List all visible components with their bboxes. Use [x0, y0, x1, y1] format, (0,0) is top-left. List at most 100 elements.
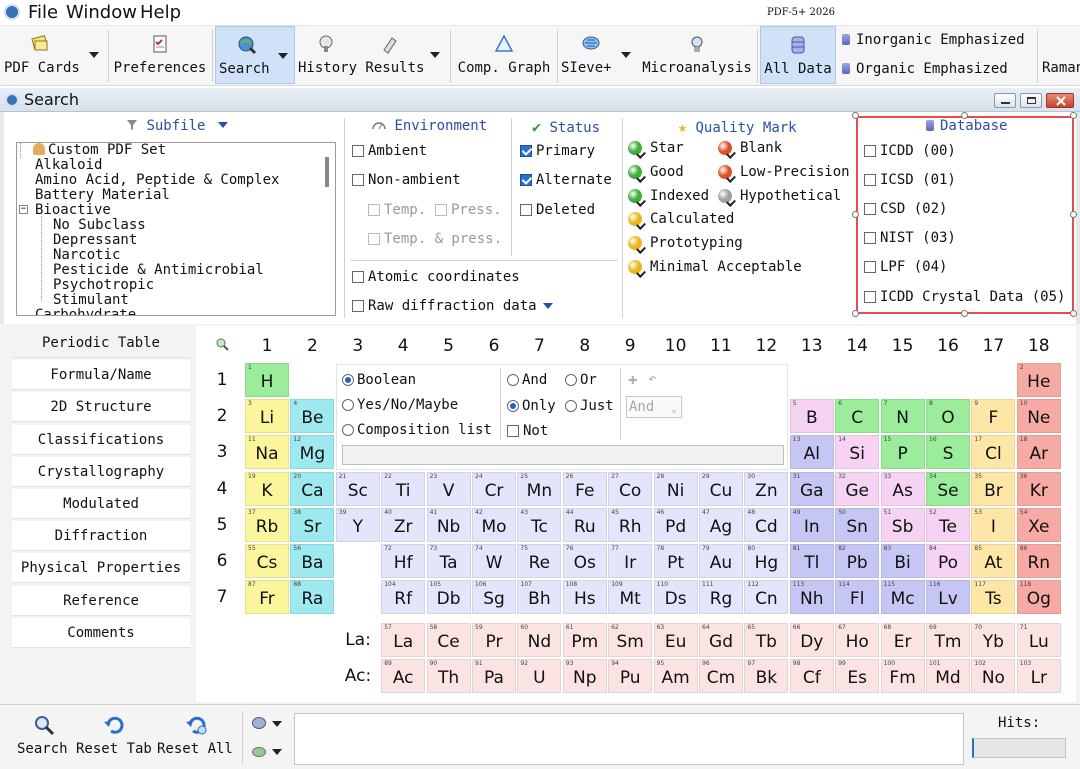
element-ho[interactable]: 67 Ho: [835, 623, 880, 657]
element-zn[interactable]: 30 Zn: [744, 472, 789, 506]
element-tc[interactable]: 43 Tc: [517, 508, 562, 542]
element-as[interactable]: 33 As: [880, 472, 925, 506]
element-ds[interactable]: 110 Ds: [653, 580, 698, 614]
tab-modulated[interactable]: Modulated: [12, 489, 190, 519]
csd-checkbox[interactable]: CSD (02): [864, 201, 947, 217]
element-cn[interactable]: 112 Cn: [744, 580, 789, 614]
collapse-icon[interactable]: −: [19, 205, 28, 214]
element-c[interactable]: 6C: [835, 399, 880, 433]
menu-help[interactable]: Help: [140, 2, 181, 23]
tree-item-narcotic[interactable]: Narcotic: [53, 248, 120, 263]
element-ca[interactable]: 20 Ca: [290, 472, 335, 506]
element-hs[interactable]: 108 Hs: [562, 580, 607, 614]
boolean-radio[interactable]: Boolean: [342, 372, 416, 388]
element-hg[interactable]: 80 Hg: [744, 544, 789, 578]
element-yb[interactable]: 70 Yb: [971, 623, 1016, 657]
element-rf[interactable]: 104 Rf: [381, 580, 426, 614]
minimize-button[interactable]: [994, 93, 1016, 108]
checkbox-box[interactable]: [864, 291, 876, 303]
element-rb[interactable]: 37 Rb: [245, 508, 289, 542]
element-mt[interactable]: 109 Mt: [608, 580, 653, 614]
element-at[interactable]: 85 At: [971, 544, 1016, 578]
checkbox-box[interactable]: [435, 204, 447, 216]
element-eu[interactable]: 63 Eu: [653, 623, 698, 657]
menu-window[interactable]: Window: [66, 2, 137, 23]
element-ni[interactable]: 28 Ni: [653, 472, 698, 506]
element-np[interactable]: 93 Np: [562, 659, 607, 693]
quality-mark-low-precision[interactable]: Low-Precision: [718, 164, 850, 180]
element-cu[interactable]: 29 Cu: [699, 472, 743, 506]
temp-checkbox[interactable]: Temp.: [368, 202, 426, 218]
element-i[interactable]: 53 I: [971, 508, 1016, 542]
element-v[interactable]: 23 V: [426, 472, 471, 506]
element-cf[interactable]: 98 Cf: [789, 659, 834, 693]
tab-reference[interactable]: Reference: [12, 585, 190, 616]
element-sc[interactable]: 21 Sc: [335, 472, 380, 506]
tab-comments[interactable]: Comments: [12, 617, 190, 648]
tab-classifications[interactable]: Classifications: [12, 424, 190, 455]
tree-item-depressant[interactable]: Depressant: [53, 233, 137, 248]
element-te[interactable]: 52 Te: [926, 508, 970, 542]
tree-item-psychotropic[interactable]: Psychotropic: [53, 278, 154, 293]
search-button[interactable]: Search: [215, 26, 295, 84]
element-fe[interactable]: 26 Fe: [562, 472, 607, 506]
icdd-crystal-data-checkbox[interactable]: ICDD Crystal Data (05): [864, 289, 1065, 305]
element-li[interactable]: 3 Li: [245, 399, 289, 433]
element-sm[interactable]: 62 Sm: [608, 623, 653, 657]
radio-dot[interactable]: [507, 374, 519, 386]
tree-item-custom-pdf-set[interactable]: Custom PDF Set: [33, 143, 166, 158]
chevron-down-icon[interactable]: [89, 52, 99, 58]
element-br[interactable]: 35 Br: [971, 472, 1016, 506]
sieve-button[interactable]: SIeve+: [560, 26, 634, 84]
checkbox-box[interactable]: [864, 261, 876, 273]
element-po[interactable]: 84 Po: [926, 544, 970, 578]
element-ga[interactable]: 31 Ga: [789, 472, 834, 506]
element-lu[interactable]: 71 Lu: [1016, 623, 1061, 657]
element-n[interactable]: 7N: [880, 399, 925, 433]
element-dy[interactable]: 66 Dy: [789, 623, 834, 657]
checkbox-box[interactable]: [368, 204, 380, 216]
temp-press-checkbox[interactable]: Temp. & press.: [368, 231, 502, 247]
tab-diffraction[interactable]: Diffraction: [12, 521, 190, 552]
element-rn[interactable]: 86 Rn: [1016, 544, 1061, 578]
element-sg[interactable]: 106 Sg: [472, 580, 516, 614]
element-ne[interactable]: 10 Ne: [1016, 399, 1061, 433]
element-k[interactable]: 19 K: [245, 472, 289, 506]
chevron-down-icon[interactable]: [278, 53, 288, 59]
checkbox-box[interactable]: [520, 204, 532, 216]
chevron-down-icon[interactable]: [542, 303, 553, 309]
element-bh[interactable]: 107 Bh: [517, 580, 562, 614]
comp-graph-button[interactable]: Comp. Graph: [454, 26, 554, 84]
element-sb[interactable]: 51 Sb: [880, 508, 925, 542]
element-ce[interactable]: 58 Ce: [426, 623, 471, 657]
element-cr[interactable]: 24 Cr: [472, 472, 516, 506]
microanalysis-button[interactable]: Microanalysis: [638, 26, 756, 84]
undo-icon[interactable]: ↶: [648, 371, 656, 387]
element-hf[interactable]: 72 Hf: [381, 544, 426, 578]
tree-scrollbar[interactable]: [325, 157, 329, 187]
icdd-checkbox[interactable]: ICDD (00): [864, 143, 956, 159]
zoom-icon[interactable]: [214, 337, 230, 353]
tab-formula-name[interactable]: Formula/Name: [12, 360, 190, 391]
element-am[interactable]: 95 Am: [653, 659, 698, 693]
deleted-checkbox[interactable]: Deleted: [520, 202, 595, 218]
press-checkbox[interactable]: Press.: [435, 202, 502, 218]
checkbox-box[interactable]: [864, 145, 876, 157]
element-pd[interactable]: 46 Pd: [653, 508, 698, 542]
element-la[interactable]: 57 La: [381, 623, 426, 657]
element-ru[interactable]: 44 Ru: [562, 508, 607, 542]
element-cd[interactable]: 48 Cd: [744, 508, 789, 542]
chevron-down-icon[interactable]: [430, 52, 440, 58]
subfile-header[interactable]: Subfile: [126, 118, 228, 134]
element-ti[interactable]: 22 Ti: [381, 472, 426, 506]
or-radio[interactable]: Or: [565, 372, 597, 388]
subfile-tree[interactable]: Custom PDF Set Alkaloid Amino Acid, Pept…: [16, 142, 336, 316]
element-tb[interactable]: 65 Tb: [744, 623, 789, 657]
tab-crystallography[interactable]: Crystallography: [12, 456, 190, 487]
element-b[interactable]: 5B: [789, 399, 834, 433]
atomic-coordinates-checkbox[interactable]: Atomic coordinates: [352, 269, 520, 285]
element-nh[interactable]: 113 Nh: [789, 580, 834, 614]
checkbox-box[interactable]: [864, 232, 876, 244]
element-pm[interactable]: 61 Pm: [562, 623, 607, 657]
element-sn[interactable]: 50 Sn: [835, 508, 880, 542]
